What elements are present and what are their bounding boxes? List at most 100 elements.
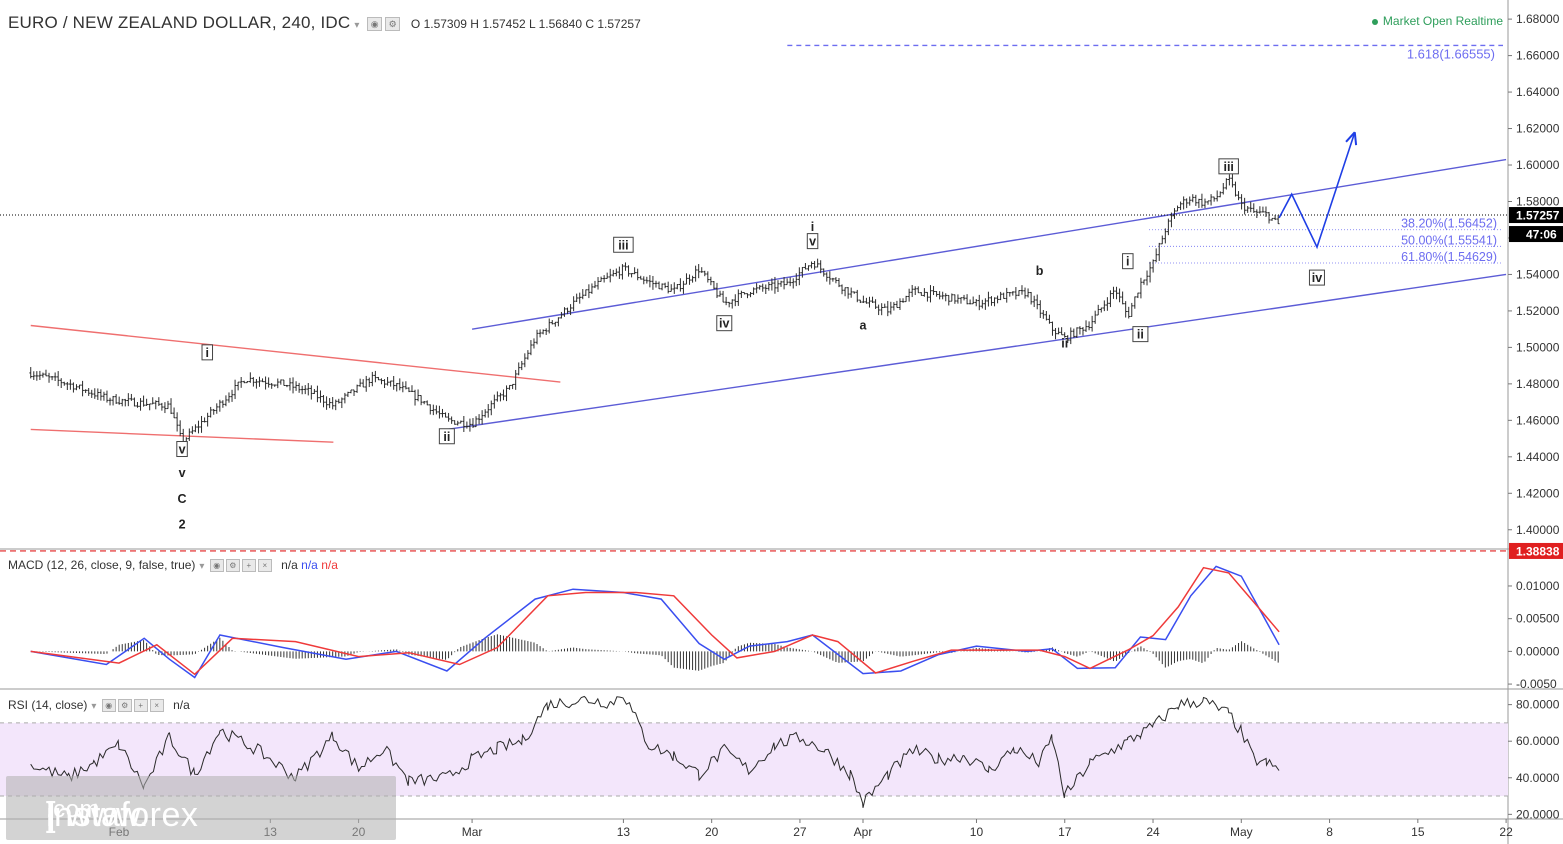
macd-value: n/a <box>281 558 298 572</box>
y-tick-label: 1.52000 <box>1516 304 1560 318</box>
market-status: Market Open Realtime <box>1371 14 1503 28</box>
current-price-text: 1.57257 <box>1516 209 1560 223</box>
wave-label: i <box>811 220 814 234</box>
y-tick-label: 1.66000 <box>1516 49 1560 63</box>
wave-label: ii <box>1137 328 1144 342</box>
wave-label: iii <box>618 238 628 252</box>
y-axis-layer: 1.68000 1.66000 1.64000 1.62000 1.60000 1.580… <box>1508 12 1563 821</box>
fib-retracement-label: 38.20%(1.56452) <box>1401 217 1497 231</box>
macd-y-tick-label: -0.0050 <box>1516 677 1557 691</box>
channel-lower-line <box>446 273 1507 431</box>
rsi-add-icon[interactable]: + <box>133 699 148 713</box>
wave-label: 2 <box>179 517 186 531</box>
y-tick-label: 1.58000 <box>1516 194 1560 208</box>
wave-label: a <box>860 319 868 333</box>
rsi-gear-icon[interactable]: ⚙ <box>117 699 132 713</box>
x-tick-label: May <box>1230 825 1253 839</box>
macd-eye-icon[interactable]: ◉ <box>209 559 224 573</box>
wave-label: iv <box>719 317 729 331</box>
wave-label: v <box>179 466 186 480</box>
symbol-title[interactable]: EURO / NEW ZEALAND DOLLAR, 240, IDC <box>8 13 350 32</box>
rsi-panel-header: RSI (14, close) ▾ ◉ ⚙ + × n/a <box>8 698 190 713</box>
fib-target-label: 1.618(1.66555) <box>1407 46 1495 61</box>
old-channel-lower-line <box>30 428 334 443</box>
macd-y-tick-label: 0.01000 <box>1516 579 1560 593</box>
ohlc-readout: O 1.57309 H 1.57452 L 1.56840 C 1.57257 <box>411 17 641 31</box>
wave-label: iv <box>1312 271 1322 285</box>
wave-label: b <box>1036 264 1044 278</box>
x-tick-label: 24 <box>1146 825 1160 839</box>
y-tick-label: 1.48000 <box>1516 377 1560 391</box>
macd-y-tick-label: 0.00500 <box>1516 612 1560 626</box>
macd-gear-icon[interactable]: ⚙ <box>225 559 240 573</box>
macd-label[interactable]: MACD (12, 26, close, 9, false, true) <box>8 558 195 572</box>
rsi-dropdown-icon[interactable]: ▾ <box>91 701 96 712</box>
macd-close-icon[interactable]: × <box>257 559 272 573</box>
channel-layer: 1.618(1.66555) 38.20%(1.56452) 50.00%(1.55… <box>0 44 1508 552</box>
low-label: L <box>529 17 536 31</box>
chart-canvas: 1.618(1.66555) 38.20%(1.56452) 50.00%(1.55… <box>0 0 1563 844</box>
y-tick-label: 1.50000 <box>1516 340 1560 354</box>
x-tick-label: 8 <box>1326 825 1333 839</box>
support-price-text: 1.38838 <box>1516 544 1560 558</box>
close-value: 1.57257 <box>597 17 641 31</box>
x-tick-label: 22 <box>1499 825 1513 839</box>
open-label: O <box>410 17 421 31</box>
wave-label: iii <box>1223 160 1233 174</box>
y-tick-label: 1.68000 <box>1516 12 1560 26</box>
price-bars-layer <box>29 172 1280 449</box>
feed-status-label: Realtime <box>1455 14 1503 28</box>
macd-hist-value: n/a <box>321 558 338 572</box>
wave-label: C <box>178 492 187 506</box>
x-tick-label: Mar <box>462 825 483 839</box>
chart-header: EURO / NEW ZEALAND DOLLAR, 240, IDC ▾ ◉ ⚙ … <box>8 13 641 33</box>
wave-label: ii <box>1061 337 1068 351</box>
watermark-close: ] <box>46 796 56 834</box>
rsi-close-icon[interactable]: × <box>149 699 164 713</box>
macd-signal-value: n/a <box>301 558 318 572</box>
low-value: 1.56840 <box>538 17 583 31</box>
macd-signal-line <box>30 566 1280 676</box>
y-tick-label: 1.54000 <box>1516 267 1560 281</box>
macd-y-tick-label: 0.00000 <box>1516 644 1560 658</box>
y-tick-label: 1.62000 <box>1516 122 1560 136</box>
fib-retracement-label: 61.80%(1.54629) <box>1401 250 1497 264</box>
x-tick-label: 17 <box>1058 825 1072 839</box>
rsi-value: n/a <box>173 698 190 712</box>
x-tick-label: 13 <box>617 825 631 839</box>
x-tick-label: 10 <box>970 825 984 839</box>
rsi-y-tick-label: 20.0000 <box>1516 807 1560 821</box>
macd-panel-header: MACD (12, 26, close, 9, false, true) ▾ ◉ ⚙… <box>8 558 338 573</box>
rsi-y-tick-label: 60.0000 <box>1516 734 1560 748</box>
market-status-label: Market Open <box>1382 14 1453 28</box>
rsi-y-tick-label: 80.0000 <box>1516 698 1560 712</box>
y-tick-label: 1.60000 <box>1516 158 1560 172</box>
wave-label: i <box>206 346 209 360</box>
symbol-dropdown-icon[interactable]: ▾ <box>354 20 359 31</box>
high-label: H <box>470 17 479 31</box>
x-tick-label: 15 <box>1411 825 1425 839</box>
x-tick-label: 27 <box>793 825 807 839</box>
wave-label: i <box>1126 255 1129 269</box>
y-tick-label: 1.42000 <box>1516 486 1560 500</box>
countdown-text: 47:06 <box>1526 228 1557 242</box>
y-tick-label: 1.40000 <box>1516 523 1560 537</box>
eye-icon[interactable]: ◉ <box>367 16 383 31</box>
rsi-eye-icon[interactable]: ◉ <box>101 699 116 713</box>
x-tick-label: Apr <box>854 825 873 839</box>
open-value: 1.57309 <box>423 17 467 31</box>
high-value: 1.57452 <box>482 17 526 31</box>
macd-dropdown-icon[interactable]: ▾ <box>199 561 204 572</box>
fib-retracement-label: 50.00%(1.55541) <box>1401 233 1497 247</box>
y-tick-label: 1.44000 <box>1516 450 1560 464</box>
rsi-label[interactable]: RSI (14, close) <box>8 698 87 712</box>
watermark: [ www. instaforex .com ] <box>6 776 396 840</box>
y-tick-label: 1.64000 <box>1516 85 1560 99</box>
status-dot-icon <box>1371 18 1378 25</box>
settings-gear-icon[interactable]: ⚙ <box>385 16 401 31</box>
rsi-y-tick-label: 40.0000 <box>1516 771 1560 785</box>
old-channel-upper-line <box>30 324 561 383</box>
grid-layer <box>0 0 1563 844</box>
wave-label: ii <box>443 430 450 444</box>
macd-add-icon[interactable]: + <box>241 559 256 573</box>
